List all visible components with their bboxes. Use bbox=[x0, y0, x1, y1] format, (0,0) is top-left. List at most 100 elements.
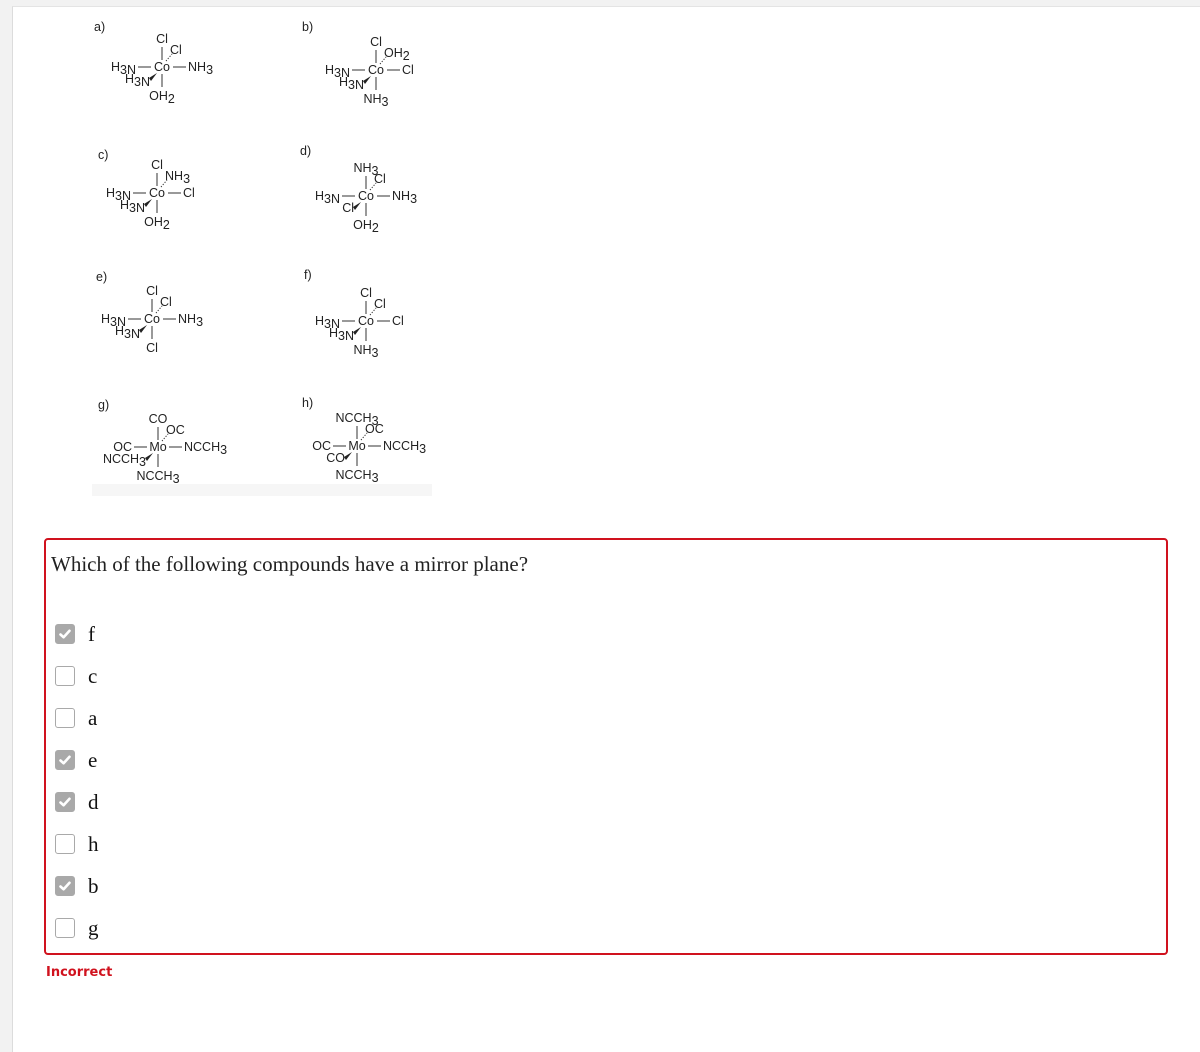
ligand-top: Cl bbox=[151, 158, 163, 172]
option-e[interactable]: e bbox=[55, 748, 97, 772]
metal-center: Co bbox=[149, 186, 165, 200]
structure-letter: c) bbox=[98, 148, 108, 162]
structure-label-e: e) bbox=[96, 270, 107, 284]
ligand-top: Cl bbox=[146, 284, 158, 298]
ligand-bottom: NH3 bbox=[363, 92, 388, 109]
structure-g: MoCONCCH3OC NCCH3OCNCCH3 bbox=[103, 412, 227, 486]
ligand-right: NH3 bbox=[188, 60, 213, 77]
ligand-front: H3N bbox=[120, 198, 145, 215]
metal-center: Co bbox=[358, 314, 374, 328]
structure-c: CoClOH2H3N ClNH3H3N bbox=[106, 158, 195, 232]
checkbox-e[interactable] bbox=[55, 750, 75, 770]
checkbox-a[interactable] bbox=[55, 708, 75, 728]
bond-front-wedge bbox=[145, 453, 153, 461]
question-box: Which of the following compounds have a … bbox=[44, 538, 1168, 955]
ligand-right: Cl bbox=[183, 186, 195, 200]
ligand-front: H3N bbox=[125, 72, 150, 89]
metal-center: Co bbox=[368, 63, 384, 77]
option-label: d bbox=[88, 789, 99, 814]
bond-front-wedge bbox=[344, 452, 352, 460]
ligand-right: NCCH3 bbox=[383, 439, 426, 456]
option-label: a bbox=[88, 705, 98, 730]
option-d[interactable]: d bbox=[55, 790, 99, 814]
structure-label-b: b) bbox=[302, 20, 313, 34]
bond-front-wedge bbox=[363, 76, 371, 84]
option-f[interactable]: f bbox=[55, 622, 95, 646]
checkmark-icon bbox=[59, 755, 71, 765]
metal-center: Co bbox=[358, 189, 374, 203]
ligand-bottom: NH3 bbox=[353, 343, 378, 360]
option-label: b bbox=[88, 873, 99, 898]
ligand-back: Cl bbox=[170, 43, 182, 57]
checkbox-c[interactable] bbox=[55, 666, 75, 686]
structure-e: CoClClH3N NH3ClH3N bbox=[101, 284, 203, 355]
structure-label-a: a) bbox=[94, 20, 105, 34]
ligand-bottom: Cl bbox=[146, 341, 158, 355]
ligand-front: H3N bbox=[339, 75, 364, 92]
ligand-top: CO bbox=[149, 412, 168, 426]
ligand-right: NH3 bbox=[178, 312, 203, 329]
structure-letter: h) bbox=[302, 396, 313, 410]
bond-front-wedge bbox=[149, 73, 157, 81]
checkbox-f[interactable] bbox=[55, 624, 75, 644]
checkbox-b[interactable] bbox=[55, 876, 75, 896]
structure-label-c: c) bbox=[98, 148, 108, 162]
option-g[interactable]: g bbox=[55, 916, 99, 940]
structure-letter: e) bbox=[96, 270, 107, 284]
bond-front-wedge bbox=[353, 327, 361, 335]
ligand-front: CO bbox=[326, 451, 345, 465]
option-label: e bbox=[88, 747, 98, 772]
checkmark-icon bbox=[59, 881, 71, 891]
ligand-bottom: OH2 bbox=[149, 89, 175, 106]
option-label: f bbox=[88, 621, 95, 646]
ligand-back: Cl bbox=[374, 172, 386, 186]
ligand-back: Cl bbox=[160, 295, 172, 309]
ligand-back: OC bbox=[166, 423, 185, 437]
ligand-front: NCCH3 bbox=[103, 452, 146, 469]
bond-front-wedge bbox=[353, 202, 361, 210]
checkmark-icon bbox=[59, 629, 71, 639]
ligand-top: Cl bbox=[370, 35, 382, 49]
ligand-back: Cl bbox=[374, 297, 386, 311]
ligand-top: Cl bbox=[156, 32, 168, 46]
ligand-back: OH2 bbox=[384, 46, 410, 63]
structures-figure: Co Cl OH2 H3N NH3 Cl H3N a) Co Cl NH3 H3N Cl OH2 H3N b)… bbox=[80, 10, 440, 496]
ligand-back: OC bbox=[365, 422, 384, 436]
checkbox-d[interactable] bbox=[55, 792, 75, 812]
ligand-bottom: NCCH3 bbox=[136, 469, 179, 486]
structure-f: CoClNH3H3N ClClH3N bbox=[315, 286, 404, 360]
ligand-bottom: OH2 bbox=[144, 215, 170, 232]
option-label: c bbox=[88, 663, 98, 688]
checkbox-h[interactable] bbox=[55, 834, 75, 854]
structure-letter: b) bbox=[302, 20, 313, 34]
metal-center: Mo bbox=[348, 439, 365, 453]
structure-letter: a) bbox=[94, 20, 105, 34]
structure-label-d: d) bbox=[300, 144, 311, 158]
ligand-top: Cl bbox=[360, 286, 372, 300]
option-h[interactable]: h bbox=[55, 832, 99, 856]
option-b[interactable]: b bbox=[55, 874, 99, 898]
structure-label-h: h) bbox=[302, 396, 313, 410]
metal-center: Co bbox=[154, 60, 170, 74]
checkbox-g[interactable] bbox=[55, 918, 75, 938]
structure-letter: d) bbox=[300, 144, 311, 158]
structure-label-f: f) bbox=[304, 268, 312, 282]
option-a[interactable]: a bbox=[55, 706, 97, 730]
ligand-right: NCCH3 bbox=[184, 440, 227, 457]
structure-label-g: g) bbox=[98, 398, 109, 412]
ligand-right: NH3 bbox=[392, 189, 417, 206]
bond-front-wedge bbox=[139, 325, 147, 333]
option-label: h bbox=[88, 831, 99, 856]
metal-center: Co bbox=[144, 312, 160, 326]
ligand-front: H3N bbox=[329, 326, 354, 343]
ligand-bottom: NCCH3 bbox=[335, 468, 378, 485]
ligand-back: NH3 bbox=[165, 169, 190, 186]
ligand-front: H3N bbox=[115, 324, 140, 341]
structure-letter: g) bbox=[98, 398, 109, 412]
option-label: g bbox=[88, 915, 99, 940]
question-text: Which of the following compounds have a … bbox=[51, 552, 529, 576]
bond-front-wedge bbox=[144, 199, 152, 207]
ligand-right: Cl bbox=[402, 63, 414, 77]
ligand-front: Cl bbox=[342, 201, 354, 215]
option-c[interactable]: c bbox=[55, 664, 97, 688]
